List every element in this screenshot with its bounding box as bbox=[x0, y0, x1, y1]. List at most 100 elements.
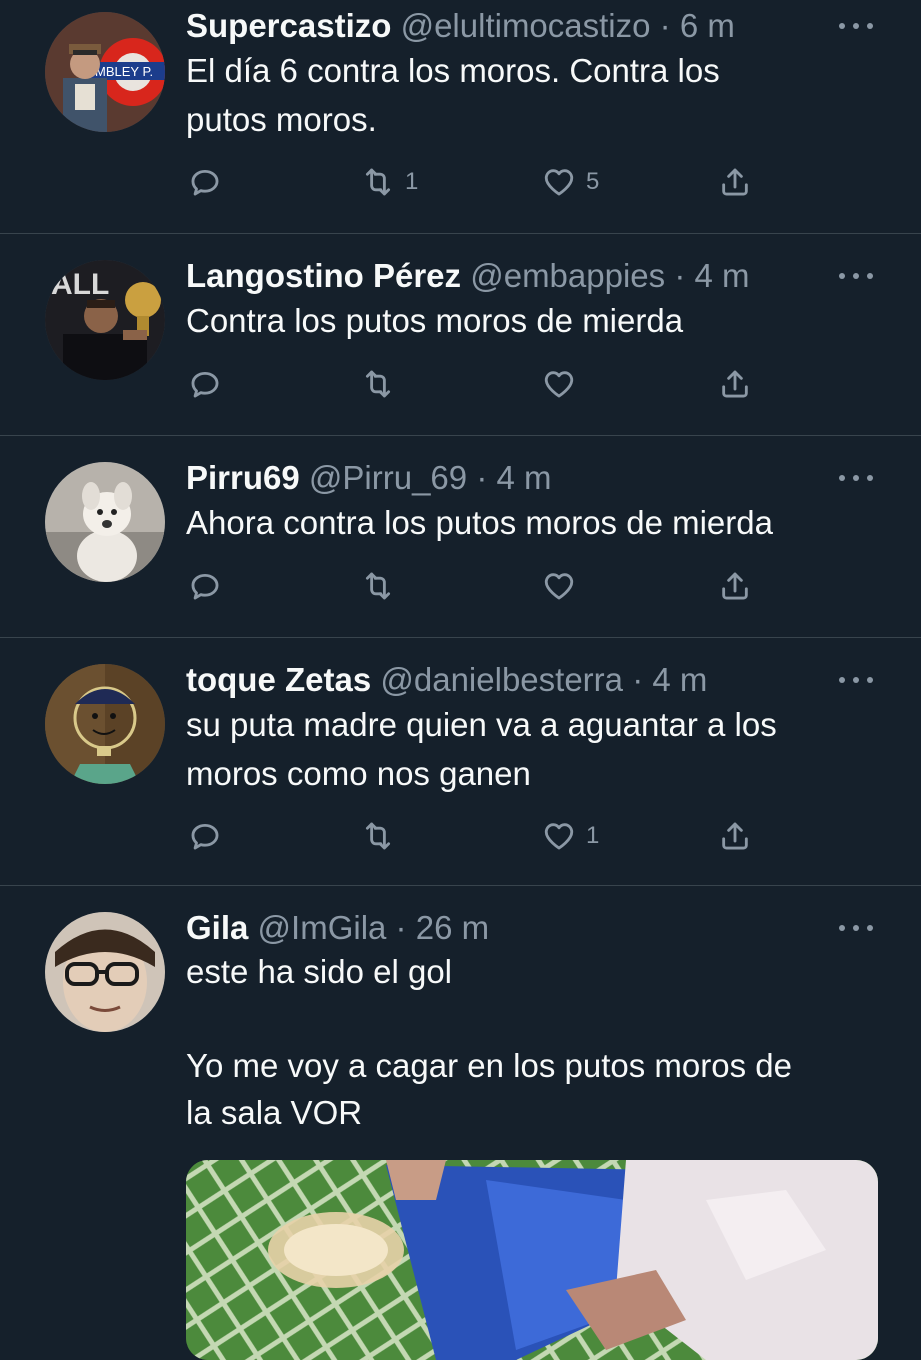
user-handle[interactable]: @Pirru_69 bbox=[309, 459, 467, 496]
media-image-content bbox=[186, 1160, 878, 1360]
more-options-icon[interactable] bbox=[839, 468, 873, 488]
timestamp[interactable]: 4 m bbox=[695, 257, 750, 294]
tweet-header: Langostino Pérez @embappies · 4 m bbox=[186, 256, 879, 296]
reply-button[interactable] bbox=[188, 162, 232, 202]
tweet-actions bbox=[186, 566, 766, 606]
share-button[interactable] bbox=[718, 816, 752, 856]
user-handle[interactable]: @ImGila bbox=[258, 909, 387, 946]
timestamp[interactable]: 6 m bbox=[680, 7, 735, 44]
reply-icon bbox=[188, 819, 222, 853]
like-count: 5 bbox=[586, 168, 600, 195]
tweet-header: Gila @ImGila · 26 m bbox=[186, 908, 879, 948]
tweet-header: Pirru69 @Pirru_69 · 4 m bbox=[186, 458, 879, 498]
display-name[interactable]: toque Zetas bbox=[186, 661, 371, 698]
reply-icon bbox=[188, 569, 222, 603]
like-button[interactable]: 5 bbox=[542, 162, 599, 202]
avatar-image: ALL bbox=[45, 260, 165, 380]
separator-dot: · bbox=[395, 909, 407, 946]
avatar[interactable] bbox=[45, 912, 165, 1032]
user-handle[interactable]: @embappies bbox=[470, 257, 665, 294]
share-icon bbox=[718, 165, 752, 199]
retweet-button[interactable] bbox=[361, 566, 405, 606]
retweet-button[interactable]: 1 bbox=[361, 162, 418, 202]
svg-text:ALL: ALL bbox=[51, 268, 109, 301]
like-button[interactable] bbox=[542, 566, 586, 606]
timestamp[interactable]: 26 m bbox=[416, 909, 489, 946]
retweet-icon bbox=[361, 367, 395, 401]
avatar[interactable]: MBLEY P. bbox=[45, 12, 165, 132]
tweet[interactable]: ALL Langostino Pérez @embappies · 4 m Co… bbox=[0, 234, 921, 436]
retweet-icon bbox=[361, 165, 395, 199]
display-name[interactable]: Pirru69 bbox=[186, 459, 300, 496]
more-options-icon[interactable] bbox=[839, 16, 873, 36]
retweet-icon bbox=[361, 819, 395, 853]
tweet-text-line: El día 6 contra los moros. Contra los bbox=[186, 52, 720, 89]
timestamp[interactable]: 4 m bbox=[652, 661, 707, 698]
tweet-text: este ha sido el gol Yo me voy a cagar en… bbox=[186, 948, 879, 1136]
reply-icon bbox=[188, 165, 222, 199]
reply-button[interactable] bbox=[188, 364, 232, 404]
user-handle[interactable]: @elultimocastizo bbox=[401, 7, 651, 44]
avatar-image bbox=[45, 912, 165, 1032]
avatar-image: MBLEY P. bbox=[45, 12, 165, 132]
separator-dot: · bbox=[659, 7, 671, 44]
share-icon bbox=[718, 367, 752, 401]
more-options-icon[interactable] bbox=[839, 918, 873, 938]
share-icon bbox=[718, 569, 752, 603]
display-name[interactable]: Gila bbox=[186, 909, 248, 946]
retweet-button[interactable] bbox=[361, 364, 405, 404]
tweet[interactable]: MBLEY P. Supercastizo @elultimocastizo ·… bbox=[0, 0, 921, 234]
more-options-icon[interactable] bbox=[839, 266, 873, 286]
tweet-text-line: Yo me voy a cagar en los putos moros de bbox=[186, 1047, 792, 1084]
tweet-header: toque Zetas @danielbesterra · 4 m bbox=[186, 660, 879, 700]
retweet-button[interactable] bbox=[361, 816, 405, 856]
separator-dot: · bbox=[476, 459, 488, 496]
avatar[interactable]: ALL bbox=[45, 260, 165, 380]
tweet-actions bbox=[186, 364, 766, 404]
tweet-text-line: su puta madre quien va a aguantar a los bbox=[186, 706, 777, 743]
heart-icon bbox=[542, 165, 576, 199]
tweet-actions: 1 bbox=[186, 816, 766, 856]
tweet-text-line: moros como nos ganen bbox=[186, 755, 531, 792]
tweet-text: El día 6 contra los moros. Contra los pu… bbox=[186, 46, 879, 144]
user-handle[interactable]: @danielbesterra bbox=[380, 661, 623, 698]
timestamp[interactable]: 4 m bbox=[496, 459, 551, 496]
separator-dot: · bbox=[674, 257, 686, 294]
tweet-media-image[interactable] bbox=[186, 1160, 878, 1360]
reply-icon bbox=[188, 367, 222, 401]
heart-icon bbox=[542, 569, 576, 603]
heart-icon bbox=[542, 367, 576, 401]
share-icon bbox=[718, 819, 752, 853]
like-count: 1 bbox=[586, 822, 600, 849]
tweet-text-line: Contra los putos moros de mierda bbox=[186, 302, 684, 339]
share-button[interactable] bbox=[718, 162, 752, 202]
reply-button[interactable] bbox=[188, 816, 232, 856]
separator-dot: · bbox=[632, 661, 644, 698]
avatar-image bbox=[45, 664, 165, 784]
like-button[interactable]: 1 bbox=[542, 816, 599, 856]
display-name[interactable]: Supercastizo bbox=[186, 7, 391, 44]
avatar-sign-text: MBLEY P. bbox=[95, 64, 153, 79]
tweet-text-line: Ahora contra los putos moros de mierda bbox=[186, 504, 773, 541]
tweet-text: Contra los putos moros de mierda bbox=[186, 296, 879, 345]
display-name[interactable]: Langostino Pérez bbox=[186, 257, 461, 294]
more-options-icon[interactable] bbox=[839, 670, 873, 690]
retweet-count: 1 bbox=[405, 168, 419, 195]
tweet-actions: 1 5 bbox=[186, 162, 766, 202]
tweet-text-line: este ha sido el gol bbox=[186, 953, 453, 990]
tweet-text-line: putos moros. bbox=[186, 101, 377, 138]
avatar[interactable] bbox=[45, 462, 165, 582]
tweet[interactable]: Pirru69 @Pirru_69 · 4 m Ahora contra los… bbox=[0, 436, 921, 638]
tweet[interactable]: toque Zetas @danielbesterra · 4 m su put… bbox=[0, 638, 921, 886]
avatar[interactable] bbox=[45, 664, 165, 784]
heart-icon bbox=[542, 819, 576, 853]
tweet-header: Supercastizo @elultimocastizo · 6 m bbox=[186, 6, 879, 46]
tweet-text: su puta madre quien va a aguantar a los … bbox=[186, 700, 879, 798]
like-button[interactable] bbox=[542, 364, 586, 404]
tweet-text: Ahora contra los putos moros de mierda bbox=[186, 498, 879, 547]
share-button[interactable] bbox=[718, 566, 752, 606]
retweet-icon bbox=[361, 569, 395, 603]
tweet-text-line: la sala VOR bbox=[186, 1094, 363, 1131]
reply-button[interactable] bbox=[188, 566, 232, 606]
share-button[interactable] bbox=[718, 364, 752, 404]
